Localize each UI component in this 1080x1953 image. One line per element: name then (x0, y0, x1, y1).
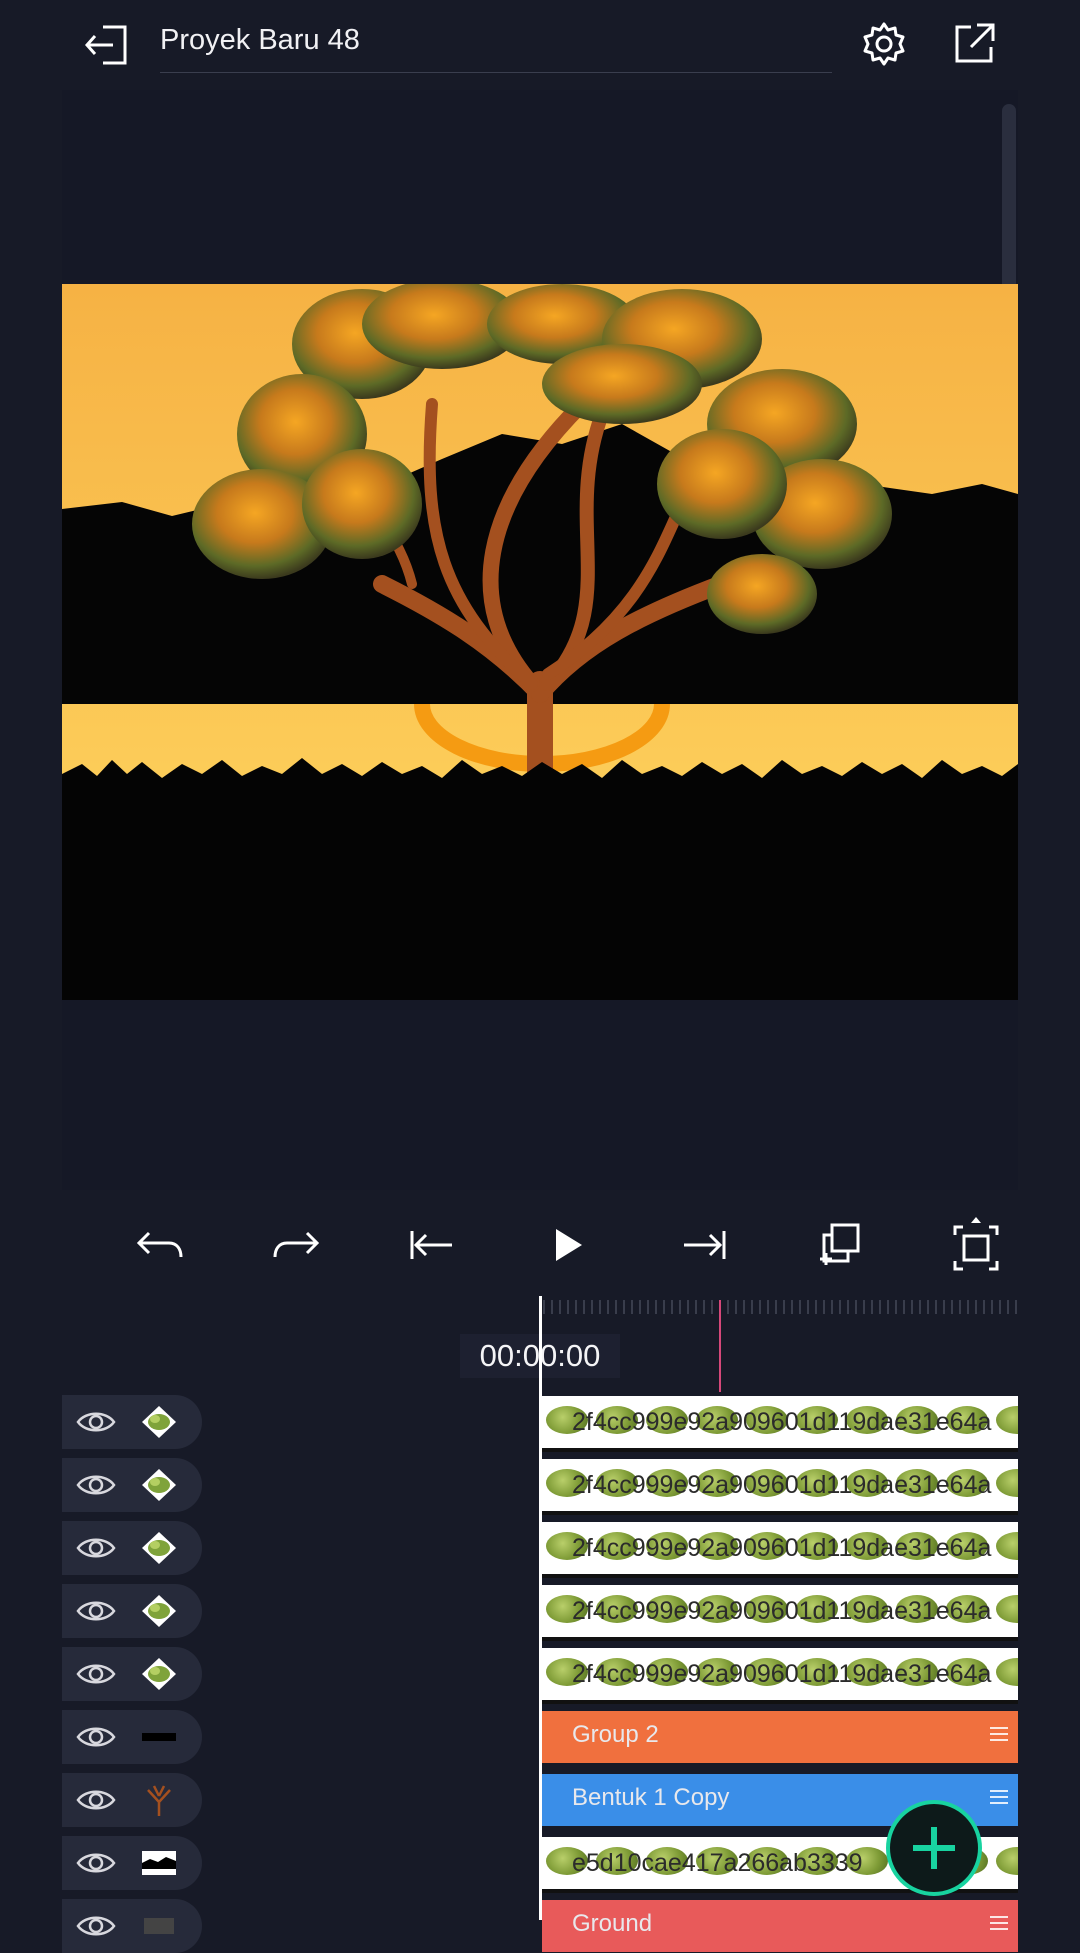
undo-arrow-icon (136, 1231, 183, 1258)
play-icon (556, 1229, 582, 1261)
duplicate-button[interactable] (808, 1215, 872, 1275)
ruler-ticks (543, 1300, 1017, 1314)
layer-icon (140, 1908, 178, 1944)
jump-start-button[interactable] (400, 1215, 464, 1275)
visibility-eye-icon[interactable] (76, 1781, 116, 1819)
visibility-eye-icon[interactable] (76, 1844, 116, 1882)
layer-controls (62, 1395, 202, 1449)
visibility-eye-icon[interactable] (76, 1655, 116, 1693)
layer-controls (62, 1521, 202, 1575)
visibility-eye-icon[interactable] (76, 1403, 116, 1441)
layer-controls (62, 1899, 202, 1953)
scene-preview[interactable] (62, 284, 1018, 1000)
timeline-clip[interactable]: 2f4cc999e92a909601d119dae31e64a (542, 1459, 1018, 1515)
landscape-icon (140, 1845, 178, 1881)
skip-to-end-icon (684, 1231, 726, 1259)
clip-label: Ground (572, 1910, 653, 1937)
timeline-clip[interactable]: 2f4cc999e92a909601d119dae31e64a (542, 1585, 1018, 1641)
layer-controls (62, 1710, 202, 1764)
playback-toolbar (62, 1195, 1018, 1295)
visibility-eye-icon[interactable] (76, 1466, 116, 1504)
play-button[interactable] (536, 1215, 600, 1275)
clip-label: Group 2 (572, 1721, 659, 1748)
clip-label: e5d10cae417a266ab3339 (572, 1849, 863, 1877)
add-copy-icon (820, 1223, 860, 1265)
undo-button[interactable] (128, 1215, 192, 1275)
bush-icon (140, 1656, 178, 1692)
timeline-marker[interactable] (719, 1300, 721, 1392)
visibility-eye-icon[interactable] (76, 1592, 116, 1630)
gear-icon (863, 22, 905, 66)
timeline-clip[interactable]: Group 2 (542, 1711, 1018, 1763)
black-bar-icon (140, 1719, 178, 1755)
drag-handle-icon[interactable] (990, 1790, 1008, 1808)
layer-controls (62, 1458, 202, 1512)
bush-thumbnail (996, 1532, 1018, 1560)
visibility-eye-icon[interactable] (76, 1907, 116, 1945)
bush-thumbnail (996, 1847, 1018, 1875)
layer-controls (62, 1584, 202, 1638)
share-external-icon (955, 23, 995, 63)
redo-arrow-icon (273, 1231, 320, 1258)
exit-button[interactable] (80, 20, 134, 70)
visibility-eye-icon[interactable] (76, 1718, 116, 1756)
layer-controls (62, 1647, 202, 1701)
clip-label: 2f4cc999e92a909601d119dae31e64a (572, 1408, 992, 1436)
title-underline (160, 72, 832, 73)
redo-button[interactable] (264, 1215, 328, 1275)
skip-to-start-icon (410, 1231, 452, 1259)
layer-controls (62, 1773, 202, 1827)
timeline-clip[interactable]: Ground (542, 1900, 1018, 1952)
clip-label: 2f4cc999e92a909601d119dae31e64a (572, 1660, 992, 1688)
drag-handle-icon[interactable] (990, 1727, 1008, 1745)
timeline-ruler[interactable] (540, 1292, 1018, 1322)
project-title[interactable]: Proyek Baru 48 (160, 24, 360, 57)
jump-end-button[interactable] (672, 1215, 736, 1275)
tree-scene-illustration (62, 284, 1018, 1000)
fit-screen-button[interactable] (944, 1215, 1008, 1275)
clip-label: 2f4cc999e92a909601d119dae31e64a (572, 1597, 992, 1625)
exit-door-icon (84, 25, 127, 65)
clip-label: Bentuk 1 Copy (572, 1784, 730, 1811)
clip-label: 2f4cc999e92a909601d119dae31e64a (572, 1534, 992, 1562)
clip-label: 2f4cc999e92a909601d119dae31e64a (572, 1471, 992, 1499)
timeline-clip[interactable]: 2f4cc999e92a909601d119dae31e64a (542, 1396, 1018, 1452)
bush-icon (140, 1467, 178, 1503)
bush-icon (140, 1404, 178, 1440)
bush-thumbnail (996, 1469, 1018, 1497)
bush-thumbnail (996, 1595, 1018, 1623)
export-button[interactable] (948, 18, 1000, 70)
tree-branch-icon (140, 1782, 178, 1818)
add-layer-button[interactable] (886, 1800, 982, 1896)
plus-icon (913, 1827, 955, 1869)
drag-handle-icon[interactable] (990, 1916, 1008, 1934)
bush-thumbnail (996, 1406, 1018, 1434)
visibility-eye-icon[interactable] (76, 1529, 116, 1567)
settings-button[interactable] (858, 18, 910, 70)
top-bar: Proyek Baru 48 (0, 0, 1080, 90)
layer-controls (62, 1836, 202, 1890)
bush-icon (140, 1593, 178, 1629)
timeline-clip[interactable]: 2f4cc999e92a909601d119dae31e64a (542, 1522, 1018, 1578)
bush-icon (140, 1530, 178, 1566)
timeline-clip[interactable]: 2f4cc999e92a909601d119dae31e64a (542, 1648, 1018, 1704)
bush-thumbnail (996, 1658, 1018, 1686)
fullscreen-frame-icon (953, 1217, 999, 1271)
